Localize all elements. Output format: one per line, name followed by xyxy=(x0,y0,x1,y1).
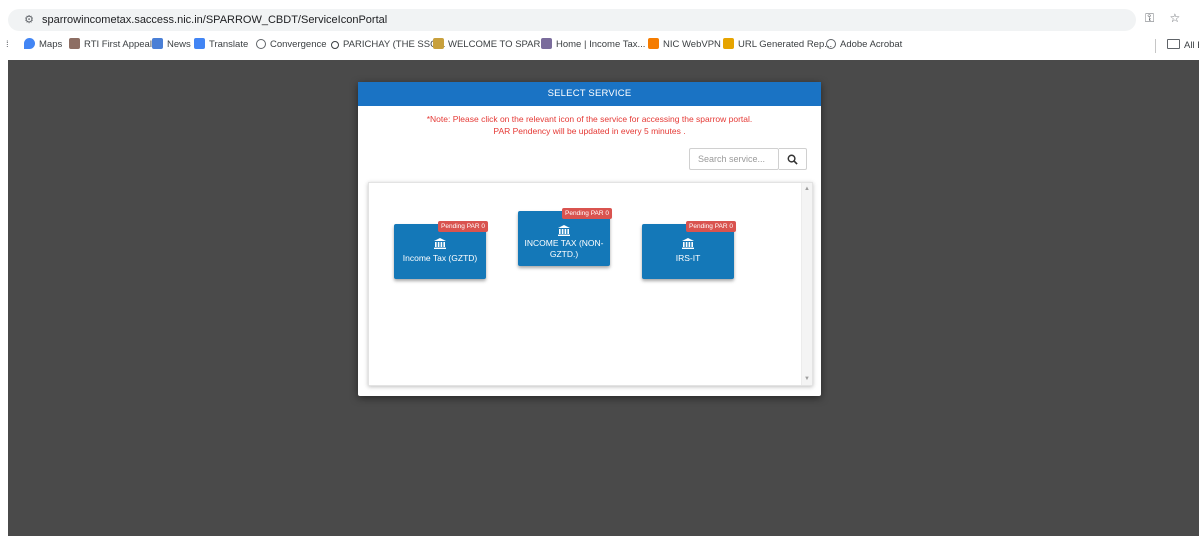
scroll-up-icon[interactable]: ▲ xyxy=(804,186,810,192)
all-bookmarks-button[interactable]: All B xyxy=(1167,39,1199,51)
password-key-icon[interactable]: ⚿ xyxy=(1145,11,1154,26)
pendency-note: PAR Pendency will be updated in every 5 … xyxy=(493,126,686,136)
search-icon xyxy=(787,154,798,165)
bookmark-translate[interactable]: Translate xyxy=(194,38,248,52)
browser-chrome: ⚙ sparrowincometax.saccess.nic.in/SPARRO… xyxy=(0,0,1199,60)
emblem-icon xyxy=(723,38,734,49)
bookmark-adobe-acrobat[interactable]: Adobe Acrobat xyxy=(826,38,902,52)
globe-icon xyxy=(826,39,836,49)
bookmark-url-generated[interactable]: URL Generated Rep... xyxy=(723,38,832,52)
pending-par-badge: Pending PAR 0 xyxy=(686,221,736,232)
browser-actions: ⚿ ☆ xyxy=(1145,11,1192,26)
bookmarks-divider xyxy=(1155,39,1156,53)
pending-par-badge: Pending PAR 0 xyxy=(438,221,488,232)
note-text: *Note: Please click on the relevant icon… xyxy=(426,114,753,124)
scroll-down-icon[interactable]: ▼ xyxy=(804,376,810,382)
bookmark-rti-first-appeal[interactable]: RTI First Appeal xyxy=(69,38,152,52)
bookmark-nic-webvpn[interactable]: NIC WebVPN xyxy=(648,38,721,52)
bookmark-welcome-sparrow[interactable]: WELCOME TO SPAR... xyxy=(433,38,548,52)
key-icon xyxy=(331,41,339,49)
service-label: IRS-IT xyxy=(675,253,701,263)
globe-icon xyxy=(256,39,266,49)
service-tile-income-tax-non-gztd[interactable]: Pending PAR 0 INCOME TAX (NON-GZTD.) xyxy=(518,208,612,266)
bookmark-convergence[interactable]: Convergence xyxy=(256,38,327,52)
nic-icon xyxy=(648,38,659,49)
folder-icon xyxy=(1167,39,1180,49)
bookmark-parichay[interactable]: PARICHAY (THE SSO... xyxy=(331,38,445,52)
map-pin-icon xyxy=(24,38,35,49)
bank-icon xyxy=(642,236,734,254)
incometax-icon xyxy=(541,38,552,49)
address-bar[interactable]: ⚙ sparrowincometax.saccess.nic.in/SPARRO… xyxy=(8,9,1136,31)
apps-icon[interactable]: ⁞ xyxy=(6,38,9,52)
bookmarks-bar: ⁞ Maps RTI First Appeal News Translate C… xyxy=(0,37,1199,55)
search-button[interactable] xyxy=(779,148,807,170)
service-tile-income-tax-gztd[interactable]: Pending PAR 0 Income Tax (GZTD) xyxy=(394,221,488,279)
news-icon xyxy=(152,38,163,49)
search-input[interactable]: Search service... xyxy=(689,148,779,170)
modal-title: SELECT SERVICE xyxy=(358,82,821,106)
bookmark-star-icon[interactable]: ☆ xyxy=(1169,11,1180,25)
service-tile-irs-it[interactable]: Pending PAR 0 IRS-IT xyxy=(642,221,736,279)
service-label: Income Tax (GZTD) xyxy=(402,253,478,263)
sparrow-icon xyxy=(433,38,444,49)
list-scrollbar[interactable]: ▲ ▼ xyxy=(801,183,812,385)
service-label: INCOME TAX (NON-GZTD.) xyxy=(524,238,604,259)
bookmark-news[interactable]: News xyxy=(152,38,191,52)
service-list: Pending PAR 0 Income Tax (GZTD) Pending … xyxy=(368,182,813,386)
pending-par-badge: Pending PAR 0 xyxy=(562,208,612,219)
translate-icon xyxy=(194,38,205,49)
emblem-icon xyxy=(69,38,80,49)
site-settings-icon[interactable]: ⚙ xyxy=(22,13,36,27)
select-service-modal: SELECT SERVICE *Note: Please click on th… xyxy=(358,82,821,396)
url-text[interactable]: sparrowincometax.saccess.nic.in/SPARROW_… xyxy=(42,13,387,27)
bank-icon xyxy=(394,236,486,254)
bookmark-maps[interactable]: Maps xyxy=(24,38,62,52)
bookmark-income-tax-home[interactable]: Home | Income Tax... xyxy=(541,38,645,52)
